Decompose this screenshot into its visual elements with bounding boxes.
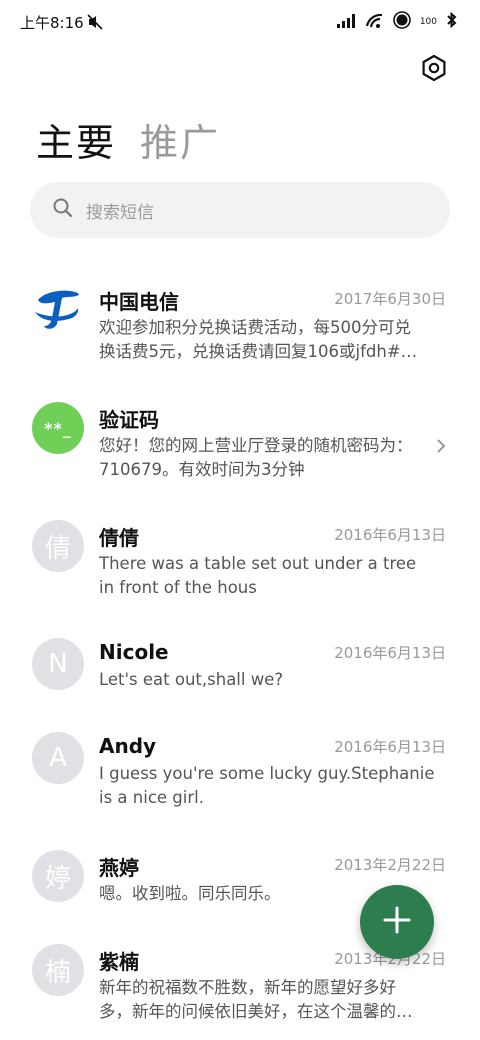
conversation-preview: 新年的祝福数不胜数，新年的愿望好多好 多，新年的问候依旧美好，在这个温馨的…	[99, 978, 413, 1021]
new-message-button[interactable]	[360, 885, 434, 959]
conversation-preview: Let's eat out,shall we?	[99, 670, 284, 689]
bluetooth-icon	[446, 11, 458, 32]
conversation-date: 2013年2月22日	[334, 856, 446, 874]
conversation-item[interactable]: 中国电信 2017年6月30日 欢迎参加积分兑换话费活动，每500分可兑 换话费…	[0, 284, 480, 384]
china-telecom-logo-icon	[32, 284, 84, 336]
conversation-item[interactable]: 楠 紫楠 2013年2月22日 新年的祝福数不胜数，新年的愿望好多好 多，新年的…	[0, 944, 480, 1040]
wifi-icon	[365, 13, 384, 32]
status-bar: 上午8:16 100	[0, 0, 480, 44]
avatar	[32, 284, 84, 336]
mute-icon	[87, 14, 103, 30]
conversation-date: 2016年6月13日	[334, 526, 446, 544]
status-time: 上午8:16	[20, 13, 84, 32]
conversation-preview: I guess you're some lucky guy.Stephanie …	[99, 764, 435, 807]
conversation-item[interactable]: N Nicole 2016年6月13日 Let's eat out,shall …	[0, 638, 480, 714]
signal-icon	[336, 13, 357, 32]
conversation-sender: 中国电信	[99, 290, 179, 314]
avatar: N	[32, 638, 84, 690]
search-placeholder: 搜索短信	[86, 202, 154, 223]
avatar: A	[32, 732, 84, 784]
tab-promotions[interactable]: 推广	[140, 112, 220, 167]
avatar: 楠	[32, 944, 84, 996]
settings-button[interactable]	[417, 53, 451, 87]
conversation-preview: There was a table set out under a tree i…	[99, 554, 417, 597]
conversation-sender: Andy	[99, 734, 157, 758]
conversation-sender: 验证码	[99, 408, 159, 432]
conversation-date: 2017年6月30日	[334, 290, 446, 308]
tab-bar: 主要 推广	[36, 112, 220, 167]
conversation-sender: Nicole	[99, 640, 169, 664]
plus-icon	[382, 905, 412, 939]
avatar: **_	[32, 402, 84, 454]
gear-icon	[420, 54, 448, 86]
conversation-preview: 欢迎参加积分兑换话费活动，每500分可兑 换话费5元，兑换话费请回复106或jf…	[99, 318, 418, 361]
conversation-date: 2016年6月13日	[334, 738, 446, 756]
avatar: 倩	[32, 520, 84, 572]
conversation-sender: 燕婷	[99, 856, 139, 880]
conversation-item[interactable]: 倩 倩倩 2016年6月13日 There was a table set ou…	[0, 520, 480, 620]
search-bar[interactable]: 搜索短信	[30, 182, 450, 238]
conversation-date: 2016年6月13日	[334, 644, 446, 662]
conversation-item[interactable]: A Andy 2016年6月13日 I guess you're some lu…	[0, 732, 480, 832]
search-icon	[52, 197, 74, 223]
battery-icon: 100	[420, 17, 437, 27]
nfc-icon	[393, 11, 411, 33]
conversation-preview: 您好！您的网上营业厅登录的随机密码为： 710679。有效时间为3分钟	[99, 436, 413, 479]
tab-primary[interactable]: 主要	[36, 112, 116, 167]
battery-level: 100	[419, 17, 437, 27]
conversation-sender: 倩倩	[99, 526, 139, 550]
conversation-item[interactable]: **_ 验证码 您好！您的网上营业厅登录的随机密码为： 710679。有效时间为…	[0, 402, 480, 502]
conversation-sender: 紫楠	[99, 950, 139, 974]
avatar: 婷	[32, 850, 84, 902]
